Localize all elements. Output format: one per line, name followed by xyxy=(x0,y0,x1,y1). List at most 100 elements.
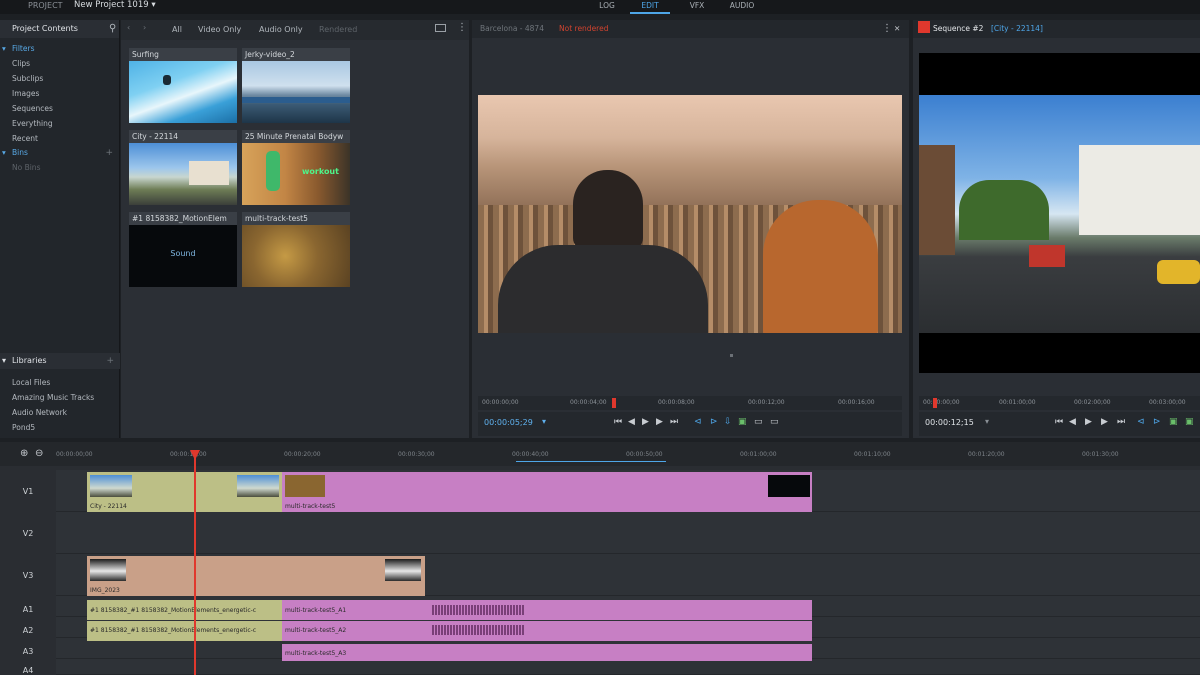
record-ruler[interactable]: 00:00:00;00 00:01:00;00 00:02:00;00 00:0… xyxy=(919,396,1200,410)
bin-clip-city-22114[interactable]: City - 22114 xyxy=(129,130,237,205)
mark-in-icon[interactable]: ⊲ xyxy=(1137,417,1145,427)
ruler-tick: 00:00:20;00 xyxy=(284,451,321,458)
track-label-a4[interactable]: A4 xyxy=(0,666,56,675)
filter-item-recent[interactable]: Recent xyxy=(0,131,119,146)
library-pond5[interactable]: Pond5 xyxy=(0,420,120,435)
tab-vfx[interactable]: VFX xyxy=(677,0,717,14)
bins-group[interactable]: ▾ Bins + xyxy=(0,146,119,160)
mark-out-icon[interactable]: ⊳ xyxy=(1153,417,1161,427)
search-icon[interactable]: ⚲ xyxy=(109,23,116,34)
close-icon[interactable]: ✕ xyxy=(894,20,900,38)
source-timecode[interactable]: 00:00:05;29 xyxy=(484,418,533,427)
tab-audio[interactable]: AUDIO xyxy=(722,0,762,14)
timeline-audio-a1-left[interactable]: #1 8158382_#1 8158382_MotionElements_ene… xyxy=(87,600,282,620)
chevron-down-icon[interactable]: ▾ xyxy=(985,417,989,426)
track-label-v3[interactable]: V3 xyxy=(0,571,56,580)
timeline-clip-multi-track-v1[interactable]: multi-track-test5 xyxy=(282,472,812,512)
timeline-audio-a2-left[interactable]: #1 8158382_#1 8158382_MotionElements_ene… xyxy=(87,621,282,641)
libraries-header[interactable]: ▾ Libraries + xyxy=(0,353,120,369)
record-video-frame[interactable] xyxy=(919,53,1200,373)
overwrite-icon[interactable]: ▣ xyxy=(738,417,747,427)
filter-all-button[interactable]: All xyxy=(172,25,182,34)
audio-map-icon[interactable]: ▭ xyxy=(770,417,779,427)
timeline-audio-a1-right[interactable]: multi-track-test5_A1 xyxy=(282,600,812,620)
filter-audio-only-button[interactable]: Audio Only xyxy=(259,25,303,34)
sequence-title: Sequence #2 xyxy=(933,24,984,33)
source-ruler[interactable]: 00:00:00;00 00:00:04;00 00:00:08;00 00:0… xyxy=(478,396,902,410)
lift-icon[interactable]: ▣ xyxy=(1169,417,1178,427)
back-arrow-icon[interactable]: ‹ xyxy=(127,23,130,32)
ruler-tick: 00:00:08;00 xyxy=(658,399,695,406)
filter-item-everything[interactable]: Everything xyxy=(0,116,119,131)
source-playhead[interactable] xyxy=(612,398,616,408)
zoom-in-icon[interactable]: ⊕ xyxy=(20,448,28,459)
export-frame-icon[interactable]: ▭ xyxy=(754,417,763,427)
step-back-icon[interactable]: ◀ xyxy=(1069,417,1076,427)
track-row-v2[interactable] xyxy=(56,512,1200,554)
track-label-v2[interactable]: V2 xyxy=(0,529,56,538)
clip-thumbnail xyxy=(129,143,237,205)
tab-log[interactable]: LOG xyxy=(587,0,627,14)
record-indicator-icon xyxy=(918,21,930,33)
filter-item-subclips[interactable]: Subclips xyxy=(0,71,119,86)
in-out-range[interactable] xyxy=(516,461,666,462)
mark-in-icon[interactable]: ⊲ xyxy=(694,417,702,427)
timeline-clip-city[interactable]: City - 22114 xyxy=(87,472,282,512)
go-to-start-icon[interactable]: ⏮ xyxy=(614,417,622,427)
bin-clip-surfing[interactable]: Surfing xyxy=(129,48,237,123)
filter-video-only-button[interactable]: Video Only xyxy=(198,25,241,34)
more-options-icon[interactable]: ⋮ xyxy=(882,20,892,38)
mark-out-icon[interactable]: ⊳ xyxy=(710,417,718,427)
record-playhead[interactable] xyxy=(933,398,937,408)
project-name-dropdown[interactable]: New Project 1019 ▾ xyxy=(74,0,156,10)
view-toggle-icon[interactable] xyxy=(435,24,446,32)
library-audio-network[interactable]: Audio Network xyxy=(0,405,120,420)
track-label-a1[interactable]: A1 xyxy=(0,605,56,614)
clip-label: multi-track-test5_A2 xyxy=(285,627,347,634)
forward-arrow-icon[interactable]: › xyxy=(143,23,146,32)
extract-icon[interactable]: ▣ xyxy=(1185,417,1194,427)
library-local-files[interactable]: Local Files xyxy=(0,375,120,390)
step-back-icon[interactable]: ◀ xyxy=(628,417,635,427)
bins-label: Bins xyxy=(12,148,28,157)
filters-group[interactable]: ▾ Filters xyxy=(0,42,119,56)
project-label: PROJECT xyxy=(28,1,63,10)
filter-item-sequences[interactable]: Sequences xyxy=(0,101,119,116)
insert-icon[interactable]: ⇩ xyxy=(724,417,732,427)
source-video-frame[interactable] xyxy=(478,95,902,333)
record-timecode[interactable]: 00:00:12;15 xyxy=(925,418,974,427)
timeline-playhead-line[interactable] xyxy=(194,450,196,675)
clip-name: Jerky-video_2 xyxy=(242,48,350,61)
go-to-end-icon[interactable]: ⏭ xyxy=(670,417,678,427)
play-icon[interactable]: ▶ xyxy=(642,417,649,427)
track-label-a2[interactable]: A2 xyxy=(0,626,56,635)
step-forward-icon[interactable]: ▶ xyxy=(656,417,663,427)
zoom-out-icon[interactable]: ⊖ xyxy=(35,448,43,459)
chevron-down-icon[interactable]: ▾ xyxy=(542,417,546,426)
bin-clip-jerky-video[interactable]: Jerky-video_2 xyxy=(242,48,350,123)
clip-label: multi-track-test5 xyxy=(285,503,336,510)
filter-rendered-button[interactable]: Rendered xyxy=(319,25,357,34)
add-library-icon[interactable]: + xyxy=(106,353,114,369)
go-to-end-icon[interactable]: ⏭ xyxy=(1117,417,1125,427)
timeline-clip-img[interactable]: IMG_2023 xyxy=(87,556,425,596)
sound-label: Sound xyxy=(170,249,196,258)
go-to-start-icon[interactable]: ⏮ xyxy=(1055,417,1063,427)
library-amazing-music[interactable]: Amazing Music Tracks xyxy=(0,390,120,405)
add-bin-icon[interactable]: + xyxy=(105,146,113,160)
step-forward-icon[interactable]: ▶ xyxy=(1101,417,1108,427)
filter-item-images[interactable]: Images xyxy=(0,86,119,101)
timeline-ruler[interactable]: ⊕ ⊖ 00:00:00;00 00:00:10;00 00:00:20;00 … xyxy=(0,442,1200,466)
track-row-a4[interactable] xyxy=(56,659,1200,675)
timeline-audio-a2-right[interactable]: multi-track-test5_A2 xyxy=(282,621,812,641)
bin-clip-prenatal[interactable]: 25 Minute Prenatal Bodyw workout xyxy=(242,130,350,205)
filter-item-clips[interactable]: Clips xyxy=(0,56,119,71)
tab-edit[interactable]: EDIT xyxy=(630,0,670,14)
more-options-icon[interactable]: ⋮ xyxy=(457,22,467,33)
bin-clip-motion-elements[interactable]: #1 8158382_MotionElem Sound xyxy=(129,212,237,287)
track-label-a3[interactable]: A3 xyxy=(0,647,56,656)
timeline-audio-a3[interactable]: multi-track-test5_A3 xyxy=(282,644,812,661)
bin-clip-multi-track[interactable]: multi-track-test5 xyxy=(242,212,350,287)
play-icon[interactable]: ▶ xyxy=(1085,417,1092,427)
track-label-v1[interactable]: V1 xyxy=(0,487,56,496)
